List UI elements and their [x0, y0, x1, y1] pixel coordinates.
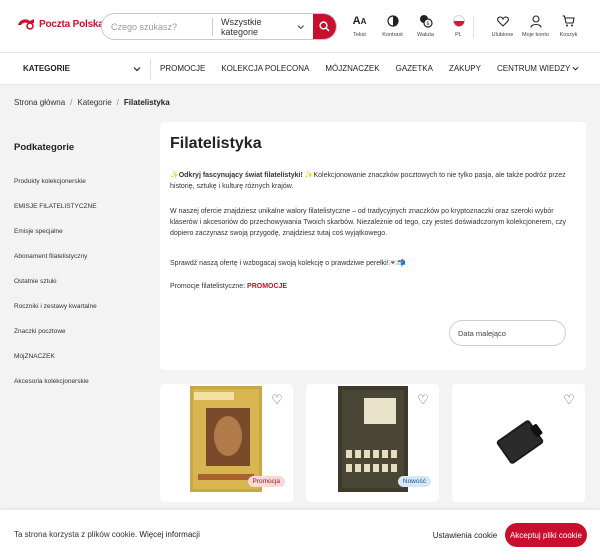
nav-item-promocje[interactable]: PROMOCJE — [160, 64, 205, 73]
contrast-icon — [386, 13, 399, 29]
header-divider — [473, 16, 474, 38]
cookie-text: Ta strona korzysta z plików cookie. — [14, 530, 140, 539]
product-card[interactable]: ♡ — [452, 384, 585, 502]
sidebar-item[interactable]: Produkty kolekcjonerskie — [14, 178, 97, 203]
sort-select[interactable]: Data malejąco — [449, 320, 566, 346]
language-button[interactable]: PL — [442, 13, 475, 38]
accept-cookies-button[interactable]: Akceptuj pliki cookie — [505, 523, 587, 547]
new-badge: Nowość — [397, 476, 431, 487]
nav-item-zakupy[interactable]: ZAKUPY — [449, 64, 481, 73]
categories-label: KATEGORIE — [23, 64, 70, 73]
cookie-settings-button[interactable]: Ustawienia cookie — [430, 523, 500, 547]
logo-text: Poczta Polska — [39, 18, 104, 30]
product-card[interactable]: ♡ Promocja — [160, 384, 293, 502]
sidebar-item[interactable]: Znaczki pocztowe — [14, 328, 97, 353]
search-icon — [319, 21, 330, 32]
page-title: Filatelistyka — [170, 135, 262, 152]
product-card[interactable]: ♡ Nowość — [306, 384, 439, 502]
tool-label: Moje konto — [522, 32, 549, 38]
breadcrumb-categories[interactable]: Kategorie — [77, 98, 111, 107]
sidebar-item[interactable]: Roczniki i zestawy kwartalne — [14, 303, 97, 328]
nav-item-centrum-wiedzy[interactable]: CENTRUM WIEDZY — [497, 64, 579, 73]
categories-dropdown[interactable]: KATEGORIE — [23, 53, 141, 84]
favorite-heart-icon[interactable]: ♡ — [416, 392, 430, 407]
chevron-down-icon — [572, 66, 579, 71]
cookie-message: Ta strona korzysta z plików cookie. Więc… — [14, 530, 200, 539]
nav-item-gazetka[interactable]: GAZETKA — [396, 64, 433, 73]
cookie-info-link[interactable]: Więcej informacji — [139, 530, 199, 539]
search-category-label: Wszystkie kategorie — [220, 16, 262, 37]
sidebar-item[interactable]: Abonament filatelistyczny — [14, 253, 97, 278]
text-size-button[interactable]: AA Tekst — [343, 13, 376, 38]
intro-bold: ✨Odkryj fascynujący świat filatelistyki!… — [170, 172, 314, 179]
post-horn-icon — [18, 19, 34, 30]
tool-label: Waluta — [417, 32, 434, 38]
cart-button[interactable]: Koszyk — [552, 13, 585, 38]
breadcrumb-separator: / — [116, 98, 119, 107]
main-nav: KATEGORIE PROMOCJE KOLEKCJA POLECONA MÓJ… — [0, 52, 600, 85]
chevron-down-icon — [133, 66, 141, 71]
favorites-button[interactable]: Ulubione — [486, 13, 519, 38]
search-bar: Wszystkie kategorie — [101, 13, 337, 40]
product-image — [496, 420, 544, 464]
nav-item-kolekcja-polecona[interactable]: KOLEKCJA POLECONA — [221, 64, 309, 73]
breadcrumb-separator: / — [70, 98, 73, 107]
nav-items: PROMOCJE KOLEKCJA POLECONA MÓJZNACZEK GA… — [160, 53, 595, 84]
breadcrumb-home[interactable]: Strona główna — [14, 98, 65, 107]
sidebar-item[interactable]: MójZNACZEK — [14, 353, 97, 378]
product-image — [338, 386, 408, 492]
tool-label: Ulubione — [491, 32, 514, 38]
chevron-down-icon — [297, 24, 305, 29]
user-icon — [529, 13, 542, 29]
accessibility-tools: AA Tekst Kontrast $ Waluta PL — [343, 13, 475, 38]
nav-item-label: CENTRUM WIEDZY — [496, 64, 571, 73]
logo[interactable]: Poczta Polska — [16, 16, 104, 32]
search-button[interactable] — [312, 14, 336, 39]
favorite-heart-icon[interactable]: ♡ — [562, 392, 576, 407]
svg-text:$: $ — [426, 21, 429, 27]
sidebar-title: Podkategorie — [14, 142, 75, 153]
currency-icon: $ — [419, 13, 433, 29]
nav-item-mojznaczek[interactable]: MÓJZNACZEK — [325, 64, 379, 73]
intro-paragraph: ✨Odkryj fascynujący świat filatelistyki!… — [170, 170, 574, 192]
promo-paragraph: Promocje filatelistyczne: PROMOCJE — [170, 281, 574, 292]
promo-link[interactable]: PROMOCJE — [247, 283, 287, 290]
search-category-select[interactable]: Wszystkie kategorie — [213, 14, 313, 39]
breadcrumb-current: Filatelistyka — [123, 98, 170, 107]
promo-badge: Promocja — [247, 476, 285, 487]
sidebar-item[interactable]: Akcesoria kolekcjonerskie — [14, 378, 97, 403]
cart-icon — [562, 13, 575, 29]
sort-selected-value: Data malejąco — [458, 328, 506, 338]
sidebar-item[interactable]: Emisje specjalne — [14, 228, 97, 253]
account-button[interactable]: Moje konto — [519, 13, 552, 38]
tool-label: Tekst — [353, 32, 366, 38]
contrast-button[interactable]: Kontrast — [376, 13, 409, 38]
sidebar-item[interactable]: EMISJE FILATELISTYCZNE — [14, 203, 97, 228]
cta-paragraph: Sprawdź naszą ofertę i wzbogacaj swoją k… — [170, 260, 407, 267]
nav-divider — [150, 59, 151, 79]
currency-button[interactable]: $ Waluta — [409, 13, 442, 38]
subcategory-list: Produkty kolekcjonerskie EMISJE FILATELI… — [14, 178, 97, 403]
header: Poczta Polska Wszystkie kategorie AA Tek… — [0, 0, 600, 52]
user-tools: Ulubione Moje konto Koszyk — [486, 13, 585, 38]
tool-label: Koszyk — [559, 32, 578, 38]
promo-prefix: Promocje filatelistyczne: — [170, 283, 248, 290]
tool-label: Kontrast — [382, 32, 403, 38]
breadcrumb: Strona główna / Kategorie / Filatelistyk… — [14, 98, 170, 107]
heart-icon — [496, 13, 509, 29]
favorite-heart-icon[interactable]: ♡ — [270, 392, 284, 407]
description-paragraph: W naszej ofercie znajdziesz unikalne wal… — [170, 208, 566, 237]
sidebar-item[interactable]: Ostatnie sztuki — [14, 278, 97, 303]
sidebar: Podkategorie Produkty kolekcjonerskie EM… — [0, 122, 150, 502]
tool-label: PL — [455, 32, 462, 38]
poland-flag-icon — [452, 13, 465, 29]
text-size-icon: AA — [352, 15, 367, 27]
cookie-bar: Ta strona korzysta z plików cookie. Więc… — [0, 510, 600, 560]
search-input[interactable] — [102, 14, 212, 39]
